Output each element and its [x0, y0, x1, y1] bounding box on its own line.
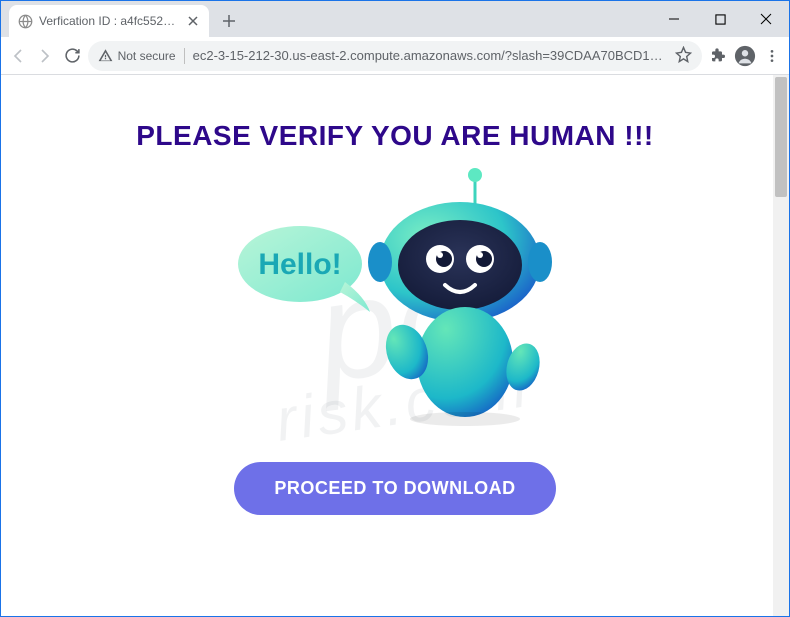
- minimize-button[interactable]: [651, 4, 697, 35]
- window-controls: [651, 1, 789, 37]
- page-heading: PLEASE VERIFY YOU ARE HUMAN !!!: [1, 120, 789, 152]
- url-text: ec2-3-15-212-30.us-east-2.compute.amazon…: [193, 48, 668, 63]
- globe-icon: [17, 13, 33, 29]
- new-tab-button[interactable]: [215, 7, 243, 35]
- proceed-download-button[interactable]: PROCEED TO DOWNLOAD: [234, 462, 555, 515]
- profile-button[interactable]: [733, 40, 756, 72]
- security-label: Not secure: [118, 49, 176, 63]
- robot-icon: [345, 167, 555, 427]
- maximize-button[interactable]: [697, 4, 743, 35]
- reload-button[interactable]: [61, 40, 84, 72]
- close-tab-icon[interactable]: [185, 13, 201, 29]
- bookmark-star-icon[interactable]: [675, 46, 692, 66]
- close-window-button[interactable]: [743, 4, 789, 35]
- security-indicator[interactable]: Not secure: [98, 48, 176, 63]
- tab-title: Verfication ID : a4fc552197d13d5: [39, 14, 179, 28]
- robot-illustration: Hello!: [235, 167, 555, 447]
- divider: [184, 48, 185, 64]
- page-content: pc risk.com PLEASE VERIFY YOU ARE HUMAN …: [1, 75, 789, 616]
- tab-bar: Verfication ID : a4fc552197d13d5: [1, 1, 789, 37]
- back-button[interactable]: [7, 40, 30, 72]
- warning-icon: [98, 48, 113, 63]
- forward-button[interactable]: [34, 40, 57, 72]
- address-bar[interactable]: Not secure ec2-3-15-212-30.us-east-2.com…: [88, 41, 703, 71]
- browser-window: Verfication ID : a4fc552197d13d5 Not: [0, 0, 790, 617]
- menu-button[interactable]: [760, 40, 783, 72]
- browser-tab[interactable]: Verfication ID : a4fc552197d13d5: [9, 5, 209, 37]
- toolbar: Not secure ec2-3-15-212-30.us-east-2.com…: [1, 37, 789, 75]
- extensions-button[interactable]: [706, 40, 729, 72]
- hello-text: Hello!: [258, 248, 341, 281]
